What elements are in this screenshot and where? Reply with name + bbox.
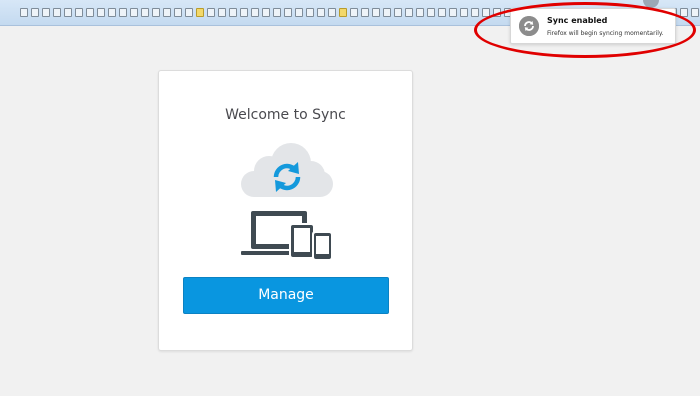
bookmark-page-icon[interactable] — [42, 8, 50, 17]
bookmark-page-icon[interactable] — [31, 8, 39, 17]
bookmark-page-icon[interactable] — [130, 8, 138, 17]
bookmark-page-icon[interactable] — [394, 8, 402, 17]
sync-notification[interactable]: Sync enabled Firefox will begin syncing … — [510, 8, 676, 44]
bookmark-page-icon[interactable] — [460, 8, 468, 17]
bookmark-page-icon[interactable] — [108, 8, 116, 17]
bookmark-page-icon[interactable] — [273, 8, 281, 17]
bookmark-page-icon[interactable] — [680, 8, 688, 17]
bookmark-page-icon[interactable] — [163, 8, 171, 17]
bookmark-page-icon[interactable] — [350, 8, 358, 17]
bookmark-page-icon[interactable] — [207, 8, 215, 17]
bookmark-page-icon[interactable] — [185, 8, 193, 17]
welcome-card: Welcome to Sync Manage — [158, 70, 413, 351]
bookmark-page-icon[interactable] — [306, 8, 314, 17]
tablet-icon — [289, 223, 315, 259]
bookmark-page-icon[interactable] — [405, 8, 413, 17]
bookmark-page-icon[interactable] — [482, 8, 490, 17]
bookmark-page-icon[interactable] — [471, 8, 479, 17]
notification-message: Firefox will begin syncing momentarily. — [547, 30, 664, 37]
bookmark-page-icon[interactable] — [240, 8, 248, 17]
bookmark-page-icon[interactable] — [438, 8, 446, 17]
bookmark-folder-icon[interactable] — [339, 8, 347, 17]
bookmark-page-icon[interactable] — [295, 8, 303, 17]
bookmark-page-icon[interactable] — [229, 8, 237, 17]
bookmark-page-icon[interactable] — [141, 8, 149, 17]
bookmark-page-icon[interactable] — [64, 8, 72, 17]
bookmark-page-icon[interactable] — [317, 8, 325, 17]
bookmark-folder-icon[interactable] — [196, 8, 204, 17]
bookmark-page-icon[interactable] — [691, 8, 699, 17]
card-title: Welcome to Sync — [225, 107, 346, 123]
bookmark-page-icon[interactable] — [493, 8, 501, 17]
phone-icon — [312, 231, 333, 261]
bookmark-page-icon[interactable] — [53, 8, 61, 17]
sync-icon — [519, 16, 539, 36]
bookmark-page-icon[interactable] — [427, 8, 435, 17]
cloud-sync-devices-illustration — [239, 141, 335, 263]
bookmark-page-icon[interactable] — [174, 8, 182, 17]
bookmark-page-icon[interactable] — [328, 8, 336, 17]
bookmark-page-icon[interactable] — [383, 8, 391, 17]
manage-button[interactable]: Manage — [183, 277, 389, 314]
notification-title: Sync enabled — [547, 16, 608, 25]
bookmark-page-icon[interactable] — [284, 8, 292, 17]
bookmark-page-icon[interactable] — [152, 8, 160, 17]
bookmark-page-icon[interactable] — [119, 8, 127, 17]
bookmark-page-icon[interactable] — [372, 8, 380, 17]
bookmark-page-icon[interactable] — [361, 8, 369, 17]
bookmark-page-icon[interactable] — [86, 8, 94, 17]
bookmark-page-icon[interactable] — [416, 8, 424, 17]
bookmark-page-icon[interactable] — [251, 8, 259, 17]
bookmark-page-icon[interactable] — [20, 8, 28, 17]
bookmark-page-icon[interactable] — [75, 8, 83, 17]
bookmark-page-icon[interactable] — [218, 8, 226, 17]
bookmark-page-icon[interactable] — [97, 8, 105, 17]
bookmark-page-icon[interactable] — [449, 8, 457, 17]
bookmark-page-icon[interactable] — [262, 8, 270, 17]
